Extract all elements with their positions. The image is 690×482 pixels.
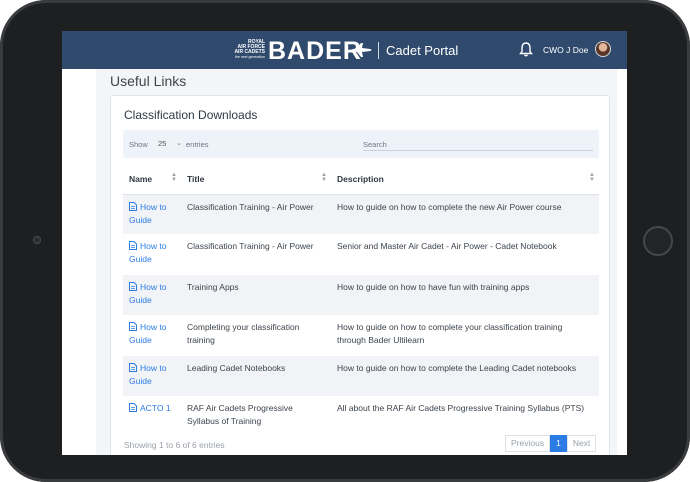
file-icon <box>129 322 137 332</box>
jet-icon <box>350 43 372 57</box>
cell-description: How to guide on how to complete the new … <box>331 194 599 235</box>
downloads-card: Classification Downloads Show 25 ⌄ entri… <box>110 95 610 455</box>
table-row: How to Guide Training Apps How to guide on… <box>123 274 599 316</box>
user-name[interactable]: CWO J Doe <box>543 45 588 55</box>
chevron-down-icon: ⌄ <box>176 140 182 147</box>
links-table: Name ▲ ▼ Title ▲ ▼ Description ▲ ▼ How t… <box>123 164 599 436</box>
entries-label: entries <box>186 140 209 149</box>
brand-divider <box>378 42 379 59</box>
avatar[interactable] <box>595 41 611 57</box>
pagination: Previous 1 Next <box>505 435 597 452</box>
column-header-description[interactable]: Description ▲ ▼ <box>331 164 599 195</box>
column-label: Title <box>187 173 205 184</box>
cell-title: RAF Air Cadets Progressive Syllabus of T… <box>187 402 293 426</box>
screen: ROYAL AIR FORCE AIR CADETS the next gene… <box>62 31 627 455</box>
file-icon <box>129 241 137 251</box>
table-row: How to Guide Classification Training - Ai… <box>123 194 599 235</box>
column-label: Description <box>337 173 384 184</box>
cell-description: How to guide on how to complete the Lead… <box>331 355 599 396</box>
table-row: How to Guide Classification Training - Ai… <box>123 234 599 274</box>
card-title: Classification Downloads <box>124 108 258 122</box>
sort-icon: ▲ ▼ <box>171 172 177 183</box>
cell-name: How to Guide <box>123 234 181 274</box>
cell-title: Completing your classification training <box>187 322 300 346</box>
cell-description: Senior and Master Air Cadet - Air Power … <box>337 241 557 252</box>
brand-name[interactable]: BADER <box>268 37 362 66</box>
file-icon <box>129 201 137 211</box>
sort-icon: ▲ ▼ <box>589 172 595 183</box>
cell-name: How to Guide <box>123 315 181 355</box>
sort-icon: ▲ ▼ <box>321 172 327 183</box>
cell-name: ACTO 1 <box>123 396 181 436</box>
cell-description: How to guide on how to complete your cla… <box>337 322 563 346</box>
search-input[interactable] <box>363 150 593 151</box>
cell-title: Classification Training - Air Power <box>181 194 331 235</box>
download-link-label: ACTO 1 <box>140 402 171 413</box>
portal-title: Cadet Portal <box>386 43 459 58</box>
cell-name: How to Guide <box>123 274 181 316</box>
bell-icon[interactable] <box>519 42 533 57</box>
cell-title: Training Apps <box>181 274 331 316</box>
tablet-frame: ROYAL AIR FORCE AIR CADETS the next gene… <box>0 0 690 482</box>
top-bar: ROYAL AIR FORCE AIR CADETS the next gene… <box>62 31 627 69</box>
cell-name: How to Guide <box>123 355 181 396</box>
logo-tagline: the next generation <box>235 55 265 59</box>
column-header-title[interactable]: Title ▲ ▼ <box>181 164 331 195</box>
show-label: Show <box>129 140 148 149</box>
download-link[interactable]: How to Guide <box>129 362 166 386</box>
download-link[interactable]: How to Guide <box>129 241 166 264</box>
main-content: Useful Links Classification Downloads Sh… <box>62 69 627 455</box>
page-1-button[interactable]: 1 <box>550 435 567 452</box>
table-info: Showing 1 to 6 of 6 entries <box>124 440 225 450</box>
download-link[interactable]: ACTO 1 <box>129 402 171 413</box>
home-button[interactable] <box>643 226 673 256</box>
entries-value: 25 <box>158 139 167 148</box>
cell-title: Classification Training - Air Power <box>187 241 314 252</box>
cell-description: How to guide on how to have fun with tra… <box>331 274 599 316</box>
table-filter-bar: Show 25 ⌄ entries Search <box>123 130 599 158</box>
cell-name: How to Guide <box>123 194 181 235</box>
download-link[interactable]: How to Guide <box>129 201 166 225</box>
left-rail <box>62 69 96 455</box>
file-icon <box>129 402 137 412</box>
right-rail <box>617 69 627 455</box>
download-link[interactable]: How to Guide <box>129 281 166 305</box>
table-row: How to Guide Completing your classificati… <box>123 315 599 355</box>
search-label: Search <box>363 140 387 149</box>
file-icon <box>129 362 137 372</box>
next-button[interactable]: Next <box>566 435 597 452</box>
camera-icon <box>33 236 41 244</box>
download-link[interactable]: How to Guide <box>129 322 166 345</box>
table-row: ACTO 1 RAF Air Cadets Progressive Syllabu… <box>123 396 599 436</box>
raf-air-cadets-logo: ROYAL AIR FORCE AIR CADETS the next gene… <box>233 40 265 60</box>
table-row: How to Guide Leading Cadet Notebooks How t… <box>123 355 599 396</box>
entries-select[interactable]: 25 ⌄ <box>155 137 183 150</box>
table-header-row: Name ▲ ▼ Title ▲ ▼ Description ▲ ▼ <box>123 164 599 195</box>
page-title: Useful Links <box>110 73 187 89</box>
cell-description: All about the RAF Air Cadets Progressive… <box>337 402 585 413</box>
column-header-name[interactable]: Name ▲ ▼ <box>123 164 181 195</box>
previous-button[interactable]: Previous <box>505 435 551 452</box>
cell-title: Leading Cadet Notebooks <box>181 355 331 396</box>
column-label: Name <box>129 173 153 184</box>
file-icon <box>129 281 137 291</box>
